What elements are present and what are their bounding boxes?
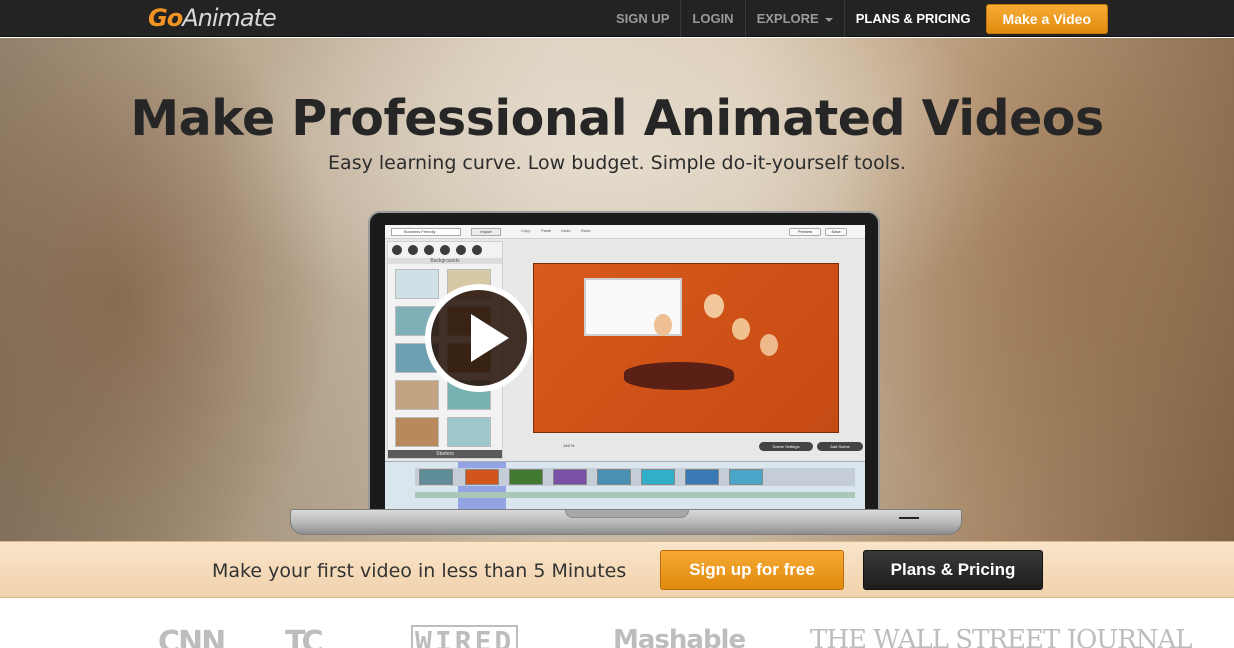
add-scene-button: Add Scene <box>817 442 863 451</box>
editor-asset-tabs <box>388 242 502 258</box>
timeline-scene-frame <box>553 469 587 485</box>
editor-import-button: Import <box>471 228 501 236</box>
nav-explore-label: EXPLORE <box>756 11 819 26</box>
laptop-illustration: Business Friendly Import Copy Paste Undo… <box>368 211 880 515</box>
plans-pricing-button[interactable]: Plans & Pricing <box>863 550 1043 590</box>
editor-preview-button: Preview <box>789 228 821 236</box>
table-graphic <box>624 362 734 390</box>
logo-go-text: Go <box>148 4 183 32</box>
play-icon <box>471 314 509 362</box>
background-thumbnail <box>447 417 491 447</box>
timeline-scene-frame <box>419 469 453 485</box>
play-video-button[interactable] <box>425 284 533 392</box>
press-logos: CNN TC WIRED Mashable THE WALL STREET JO… <box>0 599 1234 648</box>
character-graphic <box>704 294 724 318</box>
character-graphic <box>654 314 672 336</box>
editor-timeline <box>385 461 865 512</box>
laptop-base <box>290 509 962 535</box>
nav-explore-dropdown[interactable]: EXPLORE <box>744 0 844 37</box>
nav-login-link[interactable]: LOGIN <box>680 0 744 37</box>
wired-logo: WIRED <box>411 625 519 648</box>
sign-up-for-free-button[interactable]: Sign up for free <box>660 550 844 590</box>
timeline-scene-frame <box>509 469 543 485</box>
character-graphic <box>760 334 778 356</box>
goanimate-logo[interactable]: GoAnimate <box>148 4 277 32</box>
editor-zoom-value: 145 % <box>563 443 575 448</box>
mashable-logo: Mashable <box>613 625 746 648</box>
laptop-notch <box>565 510 689 518</box>
wsj-logo: THE WALL STREET JOURNAL <box>810 625 1193 648</box>
cta-band-text: Make your first video in less than 5 Min… <box>212 560 627 582</box>
scene-settings-button: Scene Settings <box>759 442 813 451</box>
timeline-scene-frame <box>685 469 719 485</box>
fx-icon <box>472 245 482 255</box>
cta-band: Make your first video in less than 5 Min… <box>0 541 1234 598</box>
make-a-video-button[interactable]: Make a Video <box>985 3 1108 34</box>
techcrunch-logo: TC <box>285 625 324 648</box>
editor-save-button: Save <box>825 228 847 236</box>
editor-theme-select: Business Friendly <box>391 228 461 236</box>
hero-subline: Easy learning curve. Low budget. Simple … <box>328 152 906 174</box>
editor-copy-tool: Copy <box>521 228 531 233</box>
background-thumbnail <box>395 417 439 447</box>
hero-headline: Make Professional Animated Videos <box>130 90 1104 147</box>
editor-toolbar: Business Friendly Import Copy Paste Undo… <box>385 225 865 239</box>
editor-undo-tool: Undo <box>561 228 571 233</box>
laptop-slot <box>899 517 919 519</box>
nav-signup-link[interactable]: SIGN UP <box>605 0 680 37</box>
editor-stage-controls: 145 % Scene Settings Add Scene <box>505 441 865 453</box>
timeline-scene-frame <box>729 469 763 485</box>
background-icon <box>424 245 434 255</box>
music-icon <box>456 245 466 255</box>
editor-redo-tool: Redo <box>581 228 591 233</box>
cnn-logo: CNN <box>158 625 226 648</box>
editor-stage-preview <box>533 263 839 433</box>
character-icon <box>392 245 402 255</box>
background-thumbnail <box>395 269 439 299</box>
nav-plans-pricing-link[interactable]: PLANS & PRICING <box>843 0 982 37</box>
speech-icon <box>408 245 418 255</box>
nav-menu: SIGN UP LOGIN EXPLORE PLANS & PRICING Ma… <box>605 0 1234 37</box>
editor-starters-label: Starters <box>388 450 502 458</box>
timeline-scene-frame <box>465 469 499 485</box>
timeline-scene-frame <box>597 469 631 485</box>
chevron-down-icon <box>824 17 833 22</box>
background-thumbnail <box>395 380 439 410</box>
editor-screenshot: Business Friendly Import Copy Paste Undo… <box>385 225 865 512</box>
top-navbar: GoAnimate SIGN UP LOGIN EXPLORE PLANS & … <box>0 0 1234 37</box>
prop-icon <box>440 245 450 255</box>
editor-paste-tool: Paste <box>541 228 552 233</box>
logo-animate-text: Animate <box>182 4 277 32</box>
timeline-audio-track <box>415 492 855 498</box>
hero-section: Make Professional Animated Videos Easy l… <box>0 38 1234 541</box>
character-graphic <box>732 318 750 340</box>
timeline-scene-frame <box>641 469 675 485</box>
